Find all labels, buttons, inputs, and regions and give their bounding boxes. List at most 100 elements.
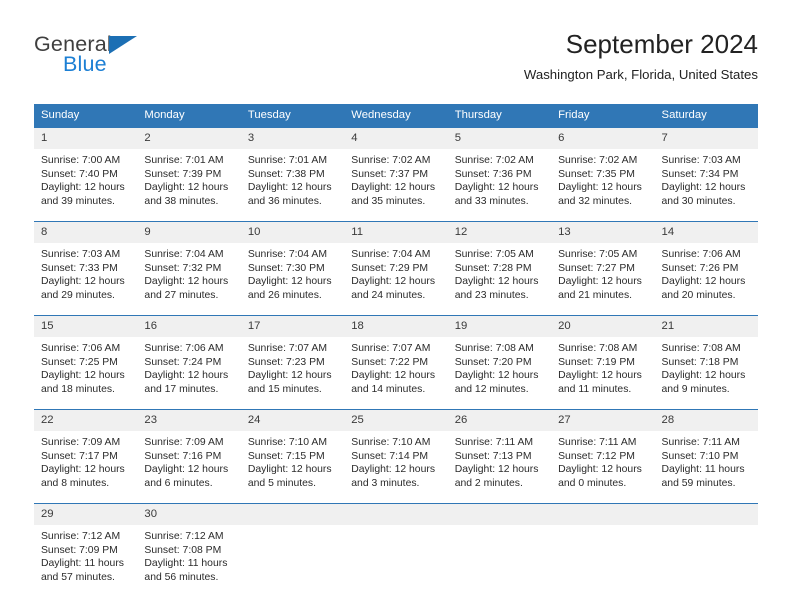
calendar-day-cell-empty: [447, 503, 552, 597]
calendar-day-cell[interactable]: 2 Sunrise: 7:01 AM Sunset: 7:39 PM Daylight…: [137, 127, 241, 222]
daylight-text-line2: and 3 minutes.: [351, 477, 420, 489]
day-details: Sunrise: 7:11 AM Sunset: 7:10 PM Daylight:…: [655, 431, 758, 503]
sunrise-text: Sunrise: 7:11 AM: [454, 437, 534, 448]
calendar-day-cell[interactable]: 26 Sunrise: 7:11 AM Sunset: 7:13 PM Dayligh…: [447, 409, 552, 504]
sunset-text: Sunset: 7:37 PM: [351, 168, 429, 180]
day-details: Sunrise: 7:06 AM Sunset: 7:24 PM Daylight:…: [137, 337, 240, 409]
calendar-day-cell[interactable]: 20 Sunrise: 7:08 AM Sunset: 7:19 PM Dayligh…: [551, 315, 655, 410]
day-number: [551, 504, 655, 525]
daylight-text-line1: Daylight: 12 hours: [454, 182, 539, 194]
calendar-day-cell[interactable]: 18 Sunrise: 7:07 AM Sunset: 7:22 PM Dayligh…: [344, 315, 448, 410]
calendar-day-cell[interactable]: 15 Sunrise: 7:06 AM Sunset: 7:25 PM Dayligh…: [34, 315, 138, 410]
calendar-day-cell[interactable]: 24 Sunrise: 7:10 AM Sunset: 7:15 PM Dayligh…: [240, 409, 345, 504]
calendar-day-cell[interactable]: 22 Sunrise: 7:09 AM Sunset: 7:17 PM Dayligh…: [34, 409, 138, 504]
calendar-day-cell[interactable]: 17 Sunrise: 7:07 AM Sunset: 7:23 PM Dayligh…: [240, 315, 345, 410]
daylight-text-line2: and 24 minutes.: [351, 289, 426, 301]
calendar-day-cell[interactable]: 5 Sunrise: 7:02 AM Sunset: 7:36 PM Daylight…: [447, 127, 552, 222]
daylight-text-line1: Daylight: 12 hours: [144, 182, 229, 194]
calendar-day-cell[interactable]: 25 Sunrise: 7:10 AM Sunset: 7:14 PM Dayligh…: [344, 409, 448, 504]
day-number: 7: [654, 128, 758, 149]
daylight-text-line1: Daylight: 12 hours: [247, 276, 332, 288]
day-details: Sunrise: 7:03 AM Sunset: 7:34 PM Daylight:…: [655, 149, 758, 221]
calendar-day-cell[interactable]: 28 Sunrise: 7:11 AM Sunset: 7:10 PM Dayligh…: [654, 409, 758, 504]
daylight-text-line1: Daylight: 12 hours: [661, 276, 746, 288]
calendar-day-cell[interactable]: 1 Sunrise: 7:00 AM Sunset: 7:40 PM Daylight…: [34, 127, 138, 222]
daylight-text-line2: and 0 minutes.: [558, 477, 627, 489]
day-details: Sunrise: 7:06 AM Sunset: 7:25 PM Daylight:…: [34, 337, 137, 409]
calendar-day-cell[interactable]: 16 Sunrise: 7:06 AM Sunset: 7:24 PM Dayligh…: [137, 315, 241, 410]
calendar-day-cell[interactable]: 21 Sunrise: 7:08 AM Sunset: 7:18 PM Dayligh…: [654, 315, 758, 410]
general-blue-logo[interactable]: General Blue: [34, 32, 234, 82]
weekday-header-saturday: Saturday: [654, 104, 758, 128]
day-details: Sunrise: 7:10 AM Sunset: 7:14 PM Daylight:…: [344, 431, 447, 503]
daylight-text-line2: and 57 minutes.: [41, 571, 115, 583]
sunset-text: Sunset: 7:18 PM: [661, 356, 739, 368]
day-details: Sunrise: 7:12 AM Sunset: 7:08 PM Daylight:…: [137, 525, 240, 597]
daylight-text-line1: Daylight: 12 hours: [41, 276, 125, 288]
daylight-text-line2: and 2 minutes.: [454, 477, 523, 489]
sunset-text: Sunset: 7:12 PM: [558, 450, 635, 462]
daylight-text-line2: and 21 minutes.: [558, 289, 633, 301]
day-number: 8: [34, 222, 138, 243]
calendar-week-row: 15 Sunrise: 7:06 AM Sunset: 7:25 PM Dayligh…: [34, 315, 758, 410]
calendar-day-cell[interactable]: 8 Sunrise: 7:03 AM Sunset: 7:33 PM Daylight…: [34, 221, 138, 316]
calendar-day-cell[interactable]: 23 Sunrise: 7:09 AM Sunset: 7:16 PM Dayligh…: [137, 409, 241, 504]
sunrise-text: Sunrise: 7:09 AM: [41, 437, 121, 448]
day-number: 23: [137, 410, 241, 431]
sunset-text: Sunset: 7:13 PM: [454, 450, 532, 462]
daylight-text-line1: Daylight: 12 hours: [247, 182, 332, 194]
daylight-text-line1: Daylight: 12 hours: [454, 370, 539, 382]
day-number: 18: [344, 316, 448, 337]
daylight-text-line2: and 38 minutes.: [144, 195, 219, 207]
calendar-day-cell-empty: [344, 503, 448, 597]
sunset-text: Sunset: 7:14 PM: [351, 450, 429, 462]
day-number: 16: [137, 316, 241, 337]
day-details: Sunrise: 7:02 AM Sunset: 7:35 PM Daylight:…: [551, 149, 654, 221]
day-details: Sunrise: 7:09 AM Sunset: 7:17 PM Daylight:…: [34, 431, 137, 503]
daylight-text-line2: and 35 minutes.: [351, 195, 426, 207]
calendar-day-cell[interactable]: 7 Sunrise: 7:03 AM Sunset: 7:34 PM Daylight…: [654, 127, 758, 222]
calendar-day-cell[interactable]: 11 Sunrise: 7:04 AM Sunset: 7:29 PM Dayligh…: [344, 221, 448, 316]
day-details: [344, 525, 447, 597]
day-number: [344, 504, 448, 525]
sunset-text: Sunset: 7:32 PM: [144, 262, 222, 274]
daylight-text-line2: and 26 minutes.: [247, 289, 322, 301]
calendar-day-cell[interactable]: 29 Sunrise: 7:12 AM Sunset: 7:09 PM Dayligh…: [34, 503, 138, 597]
calendar-table: Sunday Monday Tuesday Wednesday Thursday…: [34, 104, 758, 597]
day-number: 12: [447, 222, 552, 243]
day-number: [447, 504, 552, 525]
calendar-day-cell[interactable]: 13 Sunrise: 7:05 AM Sunset: 7:27 PM Dayligh…: [551, 221, 655, 316]
calendar-day-cell[interactable]: 12 Sunrise: 7:05 AM Sunset: 7:28 PM Dayligh…: [447, 221, 552, 316]
logo-text-blue: Blue: [63, 52, 107, 76]
weekday-header-friday: Friday: [551, 104, 655, 128]
day-details: Sunrise: 7:08 AM Sunset: 7:18 PM Daylight:…: [655, 337, 758, 409]
calendar-day-cell[interactable]: 3 Sunrise: 7:01 AM Sunset: 7:38 PM Daylight…: [240, 127, 345, 222]
day-number: 14: [654, 222, 758, 243]
daylight-text-line1: Daylight: 12 hours: [144, 276, 229, 288]
calendar-day-cell[interactable]: 30 Sunrise: 7:12 AM Sunset: 7:08 PM Dayligh…: [137, 503, 241, 597]
day-details: Sunrise: 7:02 AM Sunset: 7:37 PM Daylight:…: [344, 149, 447, 221]
sunset-text: Sunset: 7:09 PM: [41, 544, 118, 556]
day-number: 22: [34, 410, 138, 431]
daylight-text-line2: and 32 minutes.: [558, 195, 633, 207]
sunset-text: Sunset: 7:22 PM: [351, 356, 429, 368]
daylight-text-line2: and 59 minutes.: [661, 477, 736, 489]
sunset-text: Sunset: 7:36 PM: [454, 168, 532, 180]
sunset-text: Sunset: 7:40 PM: [41, 168, 118, 180]
calendar-day-cell[interactable]: 9 Sunrise: 7:04 AM Sunset: 7:32 PM Daylight…: [137, 221, 241, 316]
day-number: 3: [240, 128, 345, 149]
calendar-body: 1 Sunrise: 7:00 AM Sunset: 7:40 PM Daylight…: [34, 127, 758, 597]
day-details: [241, 525, 344, 597]
sunset-text: Sunset: 7:33 PM: [41, 262, 118, 274]
sunset-text: Sunset: 7:10 PM: [661, 450, 739, 462]
calendar-day-cell[interactable]: 19 Sunrise: 7:08 AM Sunset: 7:20 PM Dayligh…: [447, 315, 552, 410]
calendar-day-cell[interactable]: 10 Sunrise: 7:04 AM Sunset: 7:30 PM Dayligh…: [240, 221, 345, 316]
day-details: Sunrise: 7:05 AM Sunset: 7:28 PM Daylight:…: [448, 243, 551, 315]
day-details: Sunrise: 7:11 AM Sunset: 7:12 PM Daylight:…: [551, 431, 654, 503]
sunrise-text: Sunrise: 7:00 AM: [41, 155, 121, 166]
calendar-day-cell[interactable]: 14 Sunrise: 7:06 AM Sunset: 7:26 PM Dayligh…: [654, 221, 758, 316]
calendar-day-cell[interactable]: 6 Sunrise: 7:02 AM Sunset: 7:35 PM Daylight…: [551, 127, 655, 222]
calendar-day-cell[interactable]: 27 Sunrise: 7:11 AM Sunset: 7:12 PM Dayligh…: [551, 409, 655, 504]
sunrise-text: Sunrise: 7:10 AM: [247, 437, 327, 448]
calendar-day-cell[interactable]: 4 Sunrise: 7:02 AM Sunset: 7:37 PM Daylight…: [344, 127, 448, 222]
